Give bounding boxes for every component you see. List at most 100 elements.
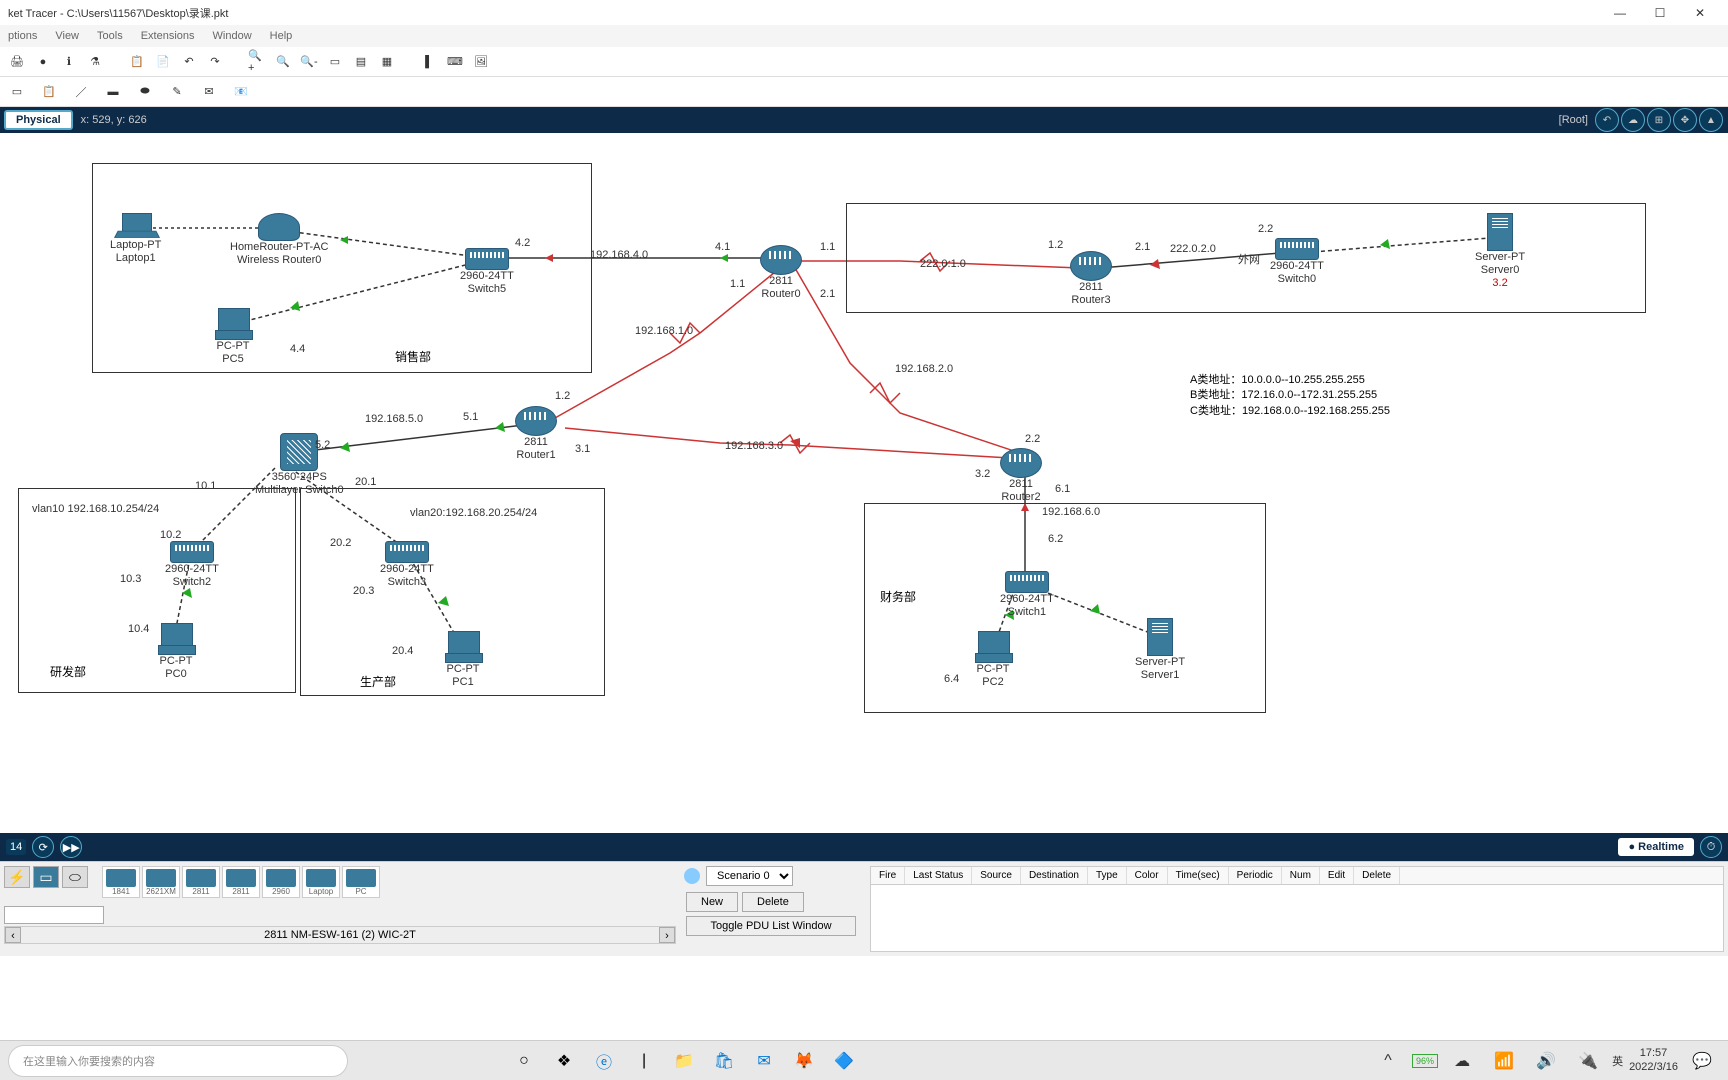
fast-forward-button[interactable]: ▶▶ xyxy=(60,836,82,858)
rect-icon[interactable]: ▭ xyxy=(326,53,344,71)
nav-env-icon[interactable]: ▲ xyxy=(1699,108,1723,132)
scroll-left-icon[interactable]: ‹ xyxy=(5,927,21,943)
device-switch2[interactable]: 2960-24TT Switch2 xyxy=(165,541,219,589)
device-switch1[interactable]: 2960-24TT Switch1 xyxy=(1000,571,1054,619)
device-server1[interactable]: Server-PT Server1 xyxy=(1135,618,1185,682)
dev-2960[interactable]: 2960 xyxy=(262,866,300,898)
device-pc5[interactable]: PC-PT PC5 xyxy=(215,308,251,366)
realtime-button[interactable]: ● Realtime xyxy=(1618,838,1694,856)
col-source[interactable]: Source xyxy=(972,867,1021,884)
device-wrouter0[interactable]: HomeRouter-PT-AC Wireless Router0 xyxy=(230,213,328,267)
dev-2811b[interactable]: 2811 xyxy=(222,866,260,898)
zoom-reset-icon[interactable]: 🔍 xyxy=(274,53,292,71)
onedrive-icon[interactable]: ☁ xyxy=(1444,1043,1480,1079)
cat-router[interactable]: ▭ xyxy=(33,866,59,888)
device-server0[interactable]: Server-PT Server0 3.2 xyxy=(1475,213,1525,291)
select-icon[interactable]: ▭ xyxy=(8,83,26,101)
volume-icon[interactable]: 🔊 xyxy=(1528,1043,1564,1079)
taskbar-search[interactable]: 在这里输入你要搜索的内容 xyxy=(8,1045,348,1077)
col-destination[interactable]: Destination xyxy=(1021,867,1088,884)
device-switch5[interactable]: 2960-24TT Switch5 xyxy=(460,248,514,296)
nav-grid-icon[interactable]: ⊞ xyxy=(1647,108,1671,132)
col-fire[interactable]: Fire xyxy=(871,867,905,884)
col-edit[interactable]: Edit xyxy=(1320,867,1354,884)
zoom-in-icon[interactable]: 🔍+ xyxy=(248,53,266,71)
scroll-right-icon[interactable]: › xyxy=(659,927,675,943)
undo-icon[interactable]: ↶ xyxy=(180,53,198,71)
info-icon[interactable]: ℹ xyxy=(60,53,78,71)
flask-icon[interactable]: ⚗ xyxy=(86,53,104,71)
workspace-canvas[interactable]: 销售部 研发部 生产部 财务部 Laptop-PT Laptop1 HomeRo… xyxy=(0,133,1728,833)
device-pc1[interactable]: PC-PT PC1 xyxy=(445,631,481,689)
close-button[interactable]: ✕ xyxy=(1680,3,1720,23)
firefox-icon[interactable]: 🦊 xyxy=(786,1043,822,1079)
col-num[interactable]: Num xyxy=(1282,867,1320,884)
delete-button[interactable]: Delete xyxy=(742,892,804,912)
nav-cloud-icon[interactable]: ☁ xyxy=(1621,108,1645,132)
menu-help[interactable]: Help xyxy=(270,30,293,42)
device-laptop1[interactable]: Laptop-PT Laptop1 xyxy=(110,213,161,265)
nav-back-icon[interactable]: ↶ xyxy=(1595,108,1619,132)
physical-mode-button[interactable]: Physical xyxy=(4,110,73,130)
image-icon[interactable]: 🖼 xyxy=(472,53,490,71)
store-icon[interactable]: 🛍 xyxy=(706,1043,742,1079)
device-router3[interactable]: 2811 Router3 xyxy=(1070,251,1112,307)
tray-up-icon[interactable]: ^ xyxy=(1370,1043,1406,1079)
scenario-select[interactable]: Scenario 0 xyxy=(706,866,793,886)
copy-icon[interactable]: 📋 xyxy=(128,53,146,71)
wizard-icon[interactable]: ● xyxy=(34,53,52,71)
ime-indicator[interactable]: 英 xyxy=(1612,1053,1623,1069)
device-router1[interactable]: 2811 Router1 xyxy=(515,406,557,462)
col-periodic[interactable]: Periodic xyxy=(1229,867,1282,884)
tile2-icon[interactable]: ▦ xyxy=(378,53,396,71)
device-pc0[interactable]: PC-PT PC0 xyxy=(158,623,194,681)
device-switch0[interactable]: 2960-24TT Switch0 xyxy=(1270,238,1324,286)
packet-tracer-icon[interactable]: 🔷 xyxy=(826,1043,862,1079)
col-type[interactable]: Type xyxy=(1088,867,1127,884)
cat-network[interactable]: ⚡ xyxy=(4,866,30,888)
explorer-icon[interactable]: 📁 xyxy=(666,1043,702,1079)
notification-icon[interactable]: 💬 xyxy=(1684,1043,1720,1079)
menu-extensions[interactable]: Extensions xyxy=(141,30,195,42)
menu-view[interactable]: View xyxy=(55,30,79,42)
device-search[interactable] xyxy=(4,906,104,924)
new-button[interactable]: New xyxy=(686,892,738,912)
freeform-icon[interactable]: ✎ xyxy=(168,83,186,101)
paste-icon[interactable]: 📄 xyxy=(154,53,172,71)
device-mlswitch0[interactable]: 3560-24PS Multilayer Switch0 xyxy=(255,433,344,497)
minimize-button[interactable]: — xyxy=(1600,3,1640,23)
maximize-button[interactable]: ☐ xyxy=(1640,3,1680,23)
redo-icon[interactable]: ↷ xyxy=(206,53,224,71)
keyboard-icon[interactable]: ⌨ xyxy=(446,53,464,71)
palette-scrollbar[interactable]: ‹ 2811 NM-ESW-161 (2) WIC-2T › xyxy=(4,926,676,944)
cortana-icon[interactable]: ○ xyxy=(506,1043,542,1079)
menu-window[interactable]: Window xyxy=(213,30,252,42)
wifi-icon[interactable]: 📶 xyxy=(1486,1043,1522,1079)
dev-2811a[interactable]: 2811 xyxy=(182,866,220,898)
cat-connection[interactable]: ⬭ xyxy=(62,866,88,888)
print-icon[interactable]: 🖨 xyxy=(8,53,26,71)
menu-options[interactable]: ptions xyxy=(8,30,37,42)
edge-icon[interactable]: ⓔ xyxy=(586,1043,622,1079)
inspect-icon[interactable]: 📋 xyxy=(40,83,58,101)
col-last-status[interactable]: Last Status xyxy=(905,867,972,884)
power-cycle-button[interactable]: ⟳ xyxy=(32,836,54,858)
nav-move-icon[interactable]: ✥ xyxy=(1673,108,1697,132)
clock[interactable]: 17:572022/3/16 xyxy=(1629,1047,1678,1073)
pdu-open-icon[interactable]: 📧 xyxy=(232,83,250,101)
note-icon[interactable]: ▌ xyxy=(420,53,438,71)
col-delete[interactable]: Delete xyxy=(1354,867,1400,884)
mail-icon[interactable]: ✉ xyxy=(746,1043,782,1079)
col-time[interactable]: Time(sec) xyxy=(1168,867,1229,884)
battery-icon[interactable]: 96% xyxy=(1412,1054,1438,1068)
pdu-closed-icon[interactable]: ✉ xyxy=(200,83,218,101)
dev-1841[interactable]: 1841 xyxy=(102,866,140,898)
ellipse-icon[interactable]: ⬬ xyxy=(136,83,154,101)
dev-laptop[interactable]: Laptop xyxy=(302,866,340,898)
task-view-icon[interactable]: ❖ xyxy=(546,1043,582,1079)
zoom-out-icon[interactable]: 🔍- xyxy=(300,53,318,71)
device-pc2[interactable]: PC-PT PC2 xyxy=(975,631,1011,689)
device-router0[interactable]: 2811 Router0 xyxy=(760,245,802,301)
menu-tools[interactable]: Tools xyxy=(97,30,123,42)
tile-icon[interactable]: ▤ xyxy=(352,53,370,71)
